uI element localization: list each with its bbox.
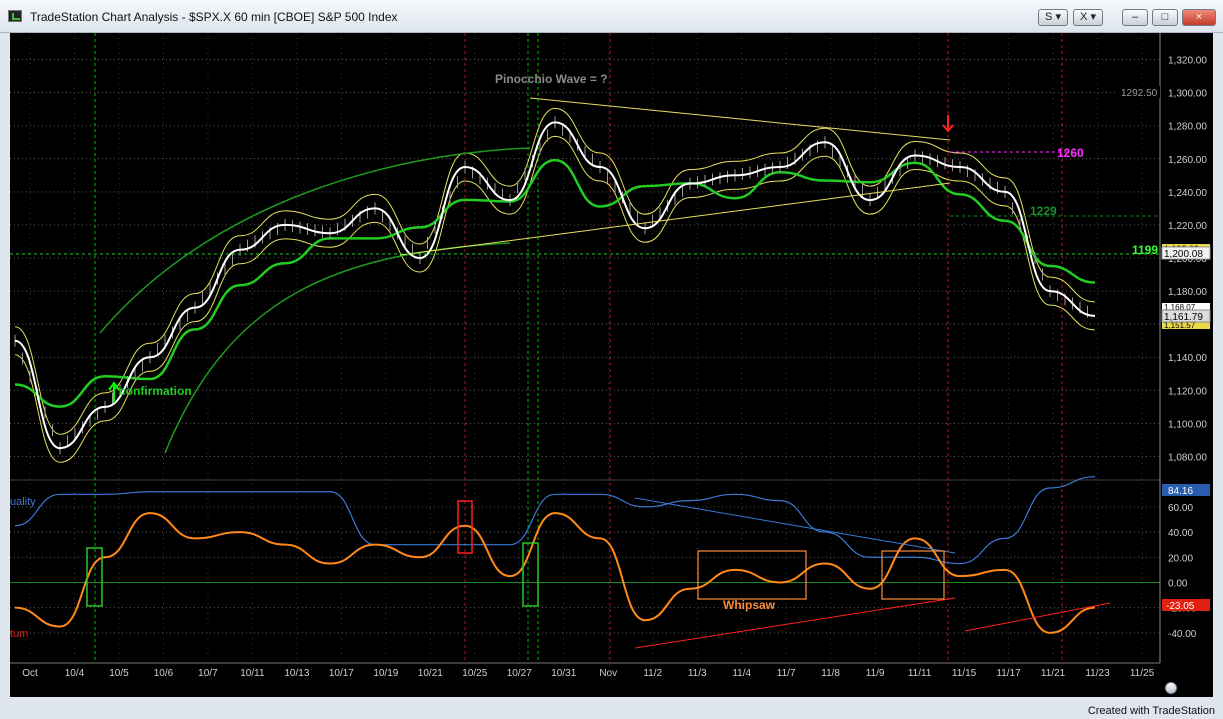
date-label: 11/4 (732, 668, 751, 679)
momentum-label: tum (10, 628, 28, 640)
price-tick-label: 1,180.00 (1168, 287, 1207, 298)
badge-last: 1,168.07 1,151.57 1,161.79 (1161, 303, 1211, 330)
date-label: 10/31 (551, 668, 576, 679)
level-1229-label: 1229 (1030, 204, 1057, 218)
price-tick-label: 1,320.00 (1168, 56, 1207, 67)
badge-momentum: -23.05 (1162, 599, 1210, 612)
quality-label: uality (10, 496, 36, 508)
last-price-badge: 1,161.79 (1164, 312, 1203, 323)
indicator-tick-label: 40.00 (1168, 528, 1193, 539)
grid-lines (10, 33, 1213, 664)
date-label: 10/17 (329, 668, 354, 679)
momentum-badge: -23.05 (1166, 601, 1195, 612)
date-label: 11/15 (952, 668, 977, 679)
date-label: 10/21 (418, 668, 443, 679)
indicator-pane (14, 476, 1111, 649)
price-tick-label: 1,220.00 (1168, 221, 1207, 232)
date-label: 11/23 (1085, 668, 1110, 679)
price-tick-label: 1,280.00 (1168, 122, 1207, 133)
close-button[interactable]: × (1182, 9, 1216, 26)
x-link-button[interactable]: X ▾ (1073, 9, 1103, 26)
date-label: 11/21 (1041, 668, 1066, 679)
indicator-tick-label: 60.00 (1168, 503, 1193, 514)
chart-area[interactable]: 1,320.00 1,300.00 1,280.00 1,260.00 1,240.00… (10, 33, 1213, 697)
window-title: TradeStation Chart Analysis - $SPX.X 60 … (30, 10, 398, 24)
close-icon: × (1195, 11, 1203, 23)
date-label: 10/13 (284, 668, 309, 679)
tradestation-window: TradeStation Chart Analysis - $SPX.X 60 … (0, 0, 1223, 719)
date-label: 10/5 (109, 668, 129, 679)
date-label: 10/6 (154, 668, 174, 679)
date-label: 10/25 (462, 668, 487, 679)
price-tick-label: 1,140.00 (1168, 353, 1207, 364)
chart-app-icon (8, 10, 22, 22)
envelope-curves (14, 107, 1096, 463)
whipsaw-box-2 (881, 550, 945, 600)
arc-curve (164, 242, 511, 454)
date-label: 11/8 (821, 668, 840, 679)
whipsaw-label: Whipsaw (723, 598, 776, 612)
restore-button[interactable]: □ (1152, 9, 1178, 26)
date-label: 10/4 (65, 668, 85, 679)
created-with-label: Created with TradeStation (1087, 705, 1215, 717)
whipsaw-box (697, 550, 807, 600)
date-label: 10/7 (198, 668, 218, 679)
price-chart-svg[interactable]: 1,320.00 1,300.00 1,280.00 1,260.00 1,240.00… (10, 33, 1213, 697)
scroll-grip-handle[interactable] (1165, 682, 1177, 694)
price-tick-label: 1,100.00 (1168, 419, 1207, 430)
quality-badge: 84.16 (1168, 486, 1193, 497)
badge-top: 1292.50 (1118, 86, 1160, 99)
date-label: 11/2 (643, 668, 662, 679)
indicator-tick-label: 0.00 (1168, 578, 1188, 589)
price-tick-label: 1,240.00 (1168, 188, 1207, 199)
date-label: 10/11 (240, 668, 265, 679)
minimize-icon: – (1131, 11, 1139, 23)
upper-trendline (529, 97, 951, 141)
date-label: 11/7 (777, 668, 796, 679)
badge-level1: 1,198.09 1,200.08 (1161, 244, 1211, 260)
date-label: 11/17 (996, 668, 1021, 679)
dropdown-arrow-icon: ▾ (1090, 11, 1096, 23)
indicator-tick-label: -40.00 (1168, 629, 1197, 640)
indicator-tick-label: 20.00 (1168, 553, 1193, 564)
date-label: 11/11 (908, 668, 932, 679)
minimize-button[interactable]: – (1122, 9, 1148, 26)
price-tick-label: 1,260.00 (1168, 155, 1207, 166)
level-1260-label: 1260 (1057, 146, 1084, 160)
status-bar: Created with TradeStation (0, 704, 1223, 719)
moving-average-line (14, 158, 1096, 408)
date-label: 10/19 (373, 668, 398, 679)
title-bar[interactable]: TradeStation Chart Analysis - $SPX.X 60 … (0, 0, 1223, 33)
top-price-badge: 1292.50 (1121, 88, 1158, 99)
date-label: 11/25 (1130, 668, 1155, 679)
event-marker-lines (94, 33, 1063, 663)
confirmation-label: confirmation (119, 384, 192, 398)
date-label: 10/27 (507, 668, 532, 679)
date-label: Oct (22, 668, 38, 679)
price-tick-label: 1,080.00 (1168, 452, 1207, 463)
date-label: Nov (599, 668, 617, 679)
wave-annotation: Pinocchio Wave = ? (495, 72, 608, 86)
date-label: 11/3 (688, 668, 707, 679)
price-tick-label: 1,120.00 (1168, 386, 1207, 397)
date-axis-labels: Oct 10/4 10/5 10/6 10/7 10/11 10/13 10/17 10/19 1… (22, 668, 1154, 679)
dropdown-arrow-icon: ▾ (1055, 11, 1061, 23)
badge-quality: 84.16 (1162, 484, 1210, 497)
date-label: 11/9 (866, 668, 885, 679)
level-1199-label: 1199 (1132, 243, 1158, 257)
indicator-lower-trendline (634, 597, 956, 649)
sell-arrow-icon (942, 115, 954, 133)
restore-icon: □ (1161, 11, 1169, 23)
symbol-link-button[interactable]: S ▾ (1038, 9, 1068, 26)
price-tick-label: 1,300.00 (1168, 89, 1207, 100)
level-badge: 1,200.08 (1164, 249, 1203, 260)
momentum-line (14, 512, 1096, 634)
